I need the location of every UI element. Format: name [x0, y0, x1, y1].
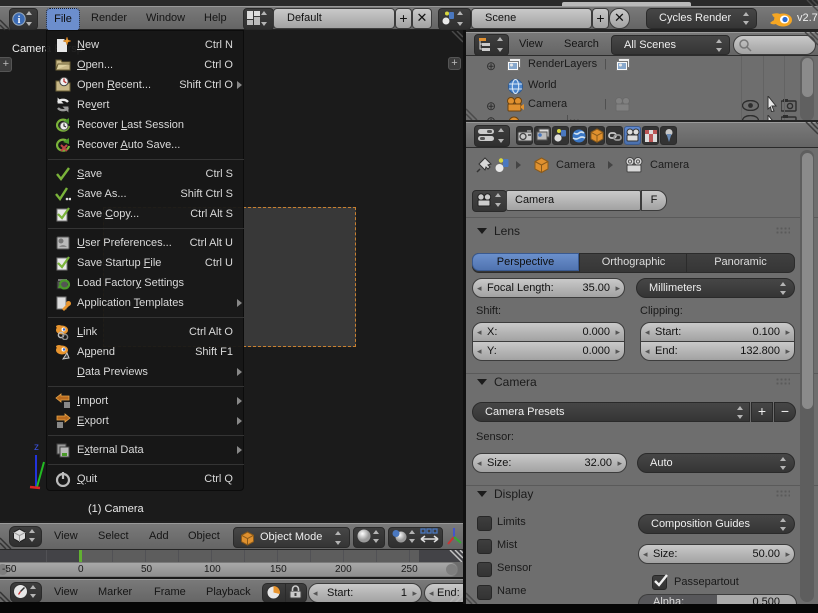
svg-text:z: z — [34, 442, 39, 453]
svg-text:i: i — [18, 15, 21, 26]
